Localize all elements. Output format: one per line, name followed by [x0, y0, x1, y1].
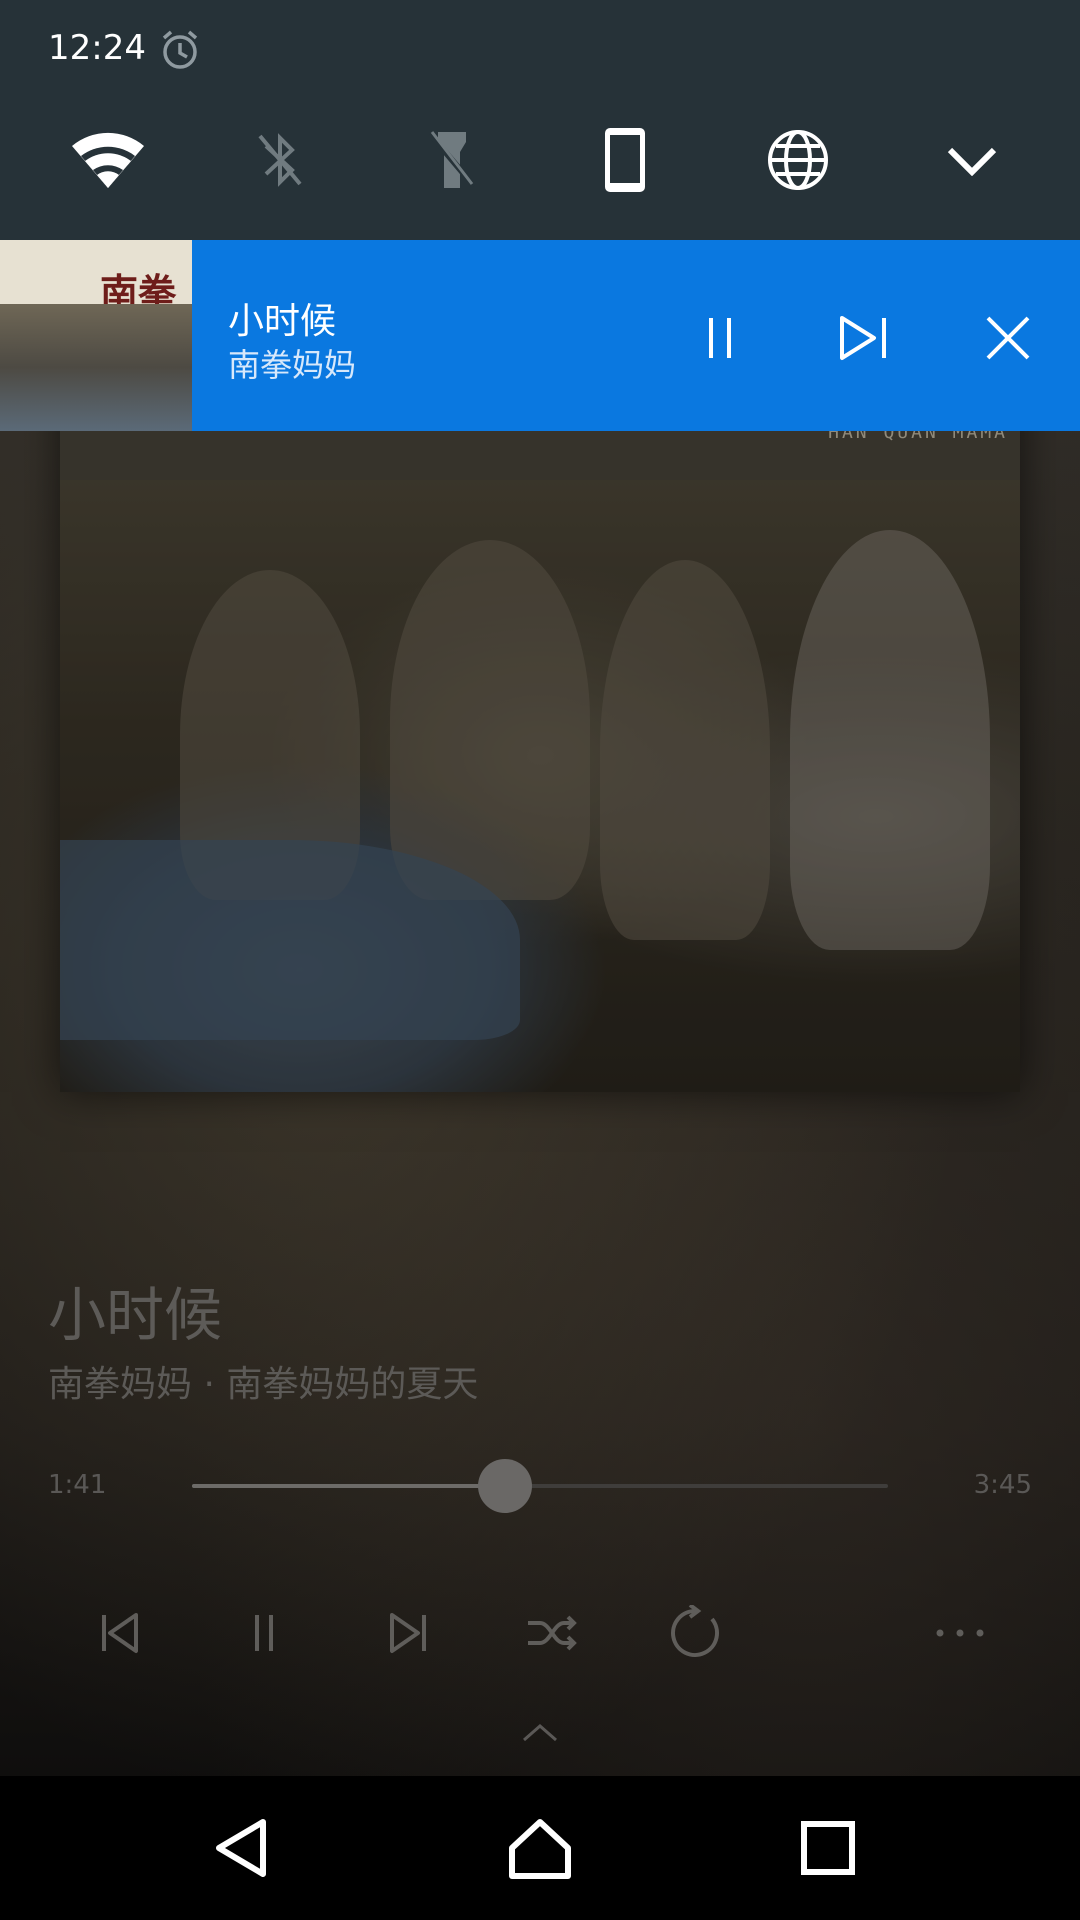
- more-button[interactable]: [922, 1595, 998, 1671]
- notification-close-button[interactable]: [970, 300, 1046, 376]
- shuffle-button[interactable]: [514, 1595, 590, 1671]
- home-button[interactable]: [500, 1808, 580, 1888]
- globe-icon: [768, 130, 828, 190]
- bluetooth-off-icon: [258, 133, 302, 187]
- navigation-bar: [0, 1776, 1080, 1920]
- album-art: HAN QUAN MAMA: [60, 380, 1020, 1092]
- song-title: 小时候: [48, 1281, 223, 1349]
- pause-icon: [255, 1615, 273, 1651]
- flashlight-tile[interactable]: [416, 124, 488, 196]
- pause-icon: [709, 318, 731, 358]
- previous-button[interactable]: [82, 1595, 158, 1671]
- seek-thumb[interactable]: [477, 1459, 532, 1513]
- chevron-up-icon: [523, 1724, 557, 1742]
- more-icon: [936, 1629, 984, 1637]
- rotation-tile[interactable]: [589, 124, 661, 196]
- seek-bar-progress: [192, 1484, 505, 1488]
- close-icon: [986, 316, 1030, 360]
- bluetooth-tile[interactable]: [244, 124, 316, 196]
- next-button[interactable]: [370, 1595, 446, 1671]
- recents-icon: [801, 1821, 855, 1875]
- seek-bar[interactable]: [192, 1484, 888, 1488]
- wifi-tile[interactable]: [72, 124, 144, 196]
- back-button[interactable]: [201, 1808, 281, 1888]
- playback-controls: [0, 1595, 1080, 1671]
- repeat-icon: [671, 1605, 720, 1657]
- shuffle-icon: [528, 1615, 577, 1651]
- pause-button[interactable]: [226, 1595, 302, 1671]
- notification-album-art: 南拳: [0, 240, 192, 431]
- total-time: 3:45: [973, 1470, 1032, 1500]
- recents-button[interactable]: [788, 1808, 868, 1888]
- skip-next-icon: [840, 316, 886, 360]
- expand-up-button[interactable]: [520, 1720, 560, 1744]
- repeat-button[interactable]: [658, 1595, 734, 1671]
- notification-pause-button[interactable]: [682, 300, 758, 376]
- notification-title: 小时候: [228, 301, 337, 342]
- notification-artist: 南拳妈妈: [228, 346, 357, 384]
- back-icon: [216, 1819, 266, 1877]
- skip-next-icon: [390, 1613, 426, 1653]
- notification-next-button[interactable]: [826, 300, 902, 376]
- alarm-clock-icon: [158, 28, 202, 72]
- skip-previous-icon: [102, 1613, 138, 1653]
- media-notification[interactable]: 南拳: [0, 240, 1080, 431]
- status-time: 12:24: [48, 28, 146, 68]
- network-tile[interactable]: [762, 124, 834, 196]
- phone-portrait-icon: [605, 128, 645, 192]
- quick-settings-panel: 12:24: [0, 0, 1080, 240]
- wifi-icon: [72, 132, 144, 188]
- chevron-down-icon: [947, 147, 997, 176]
- home-icon: [509, 1819, 571, 1879]
- song-artist-album: 南拳妈妈 · 南拳妈妈的夏天: [48, 1364, 479, 1405]
- expand-quick-settings[interactable]: [936, 124, 1008, 196]
- flashlight-off-icon: [428, 131, 476, 188]
- current-time: 1:41: [48, 1470, 107, 1500]
